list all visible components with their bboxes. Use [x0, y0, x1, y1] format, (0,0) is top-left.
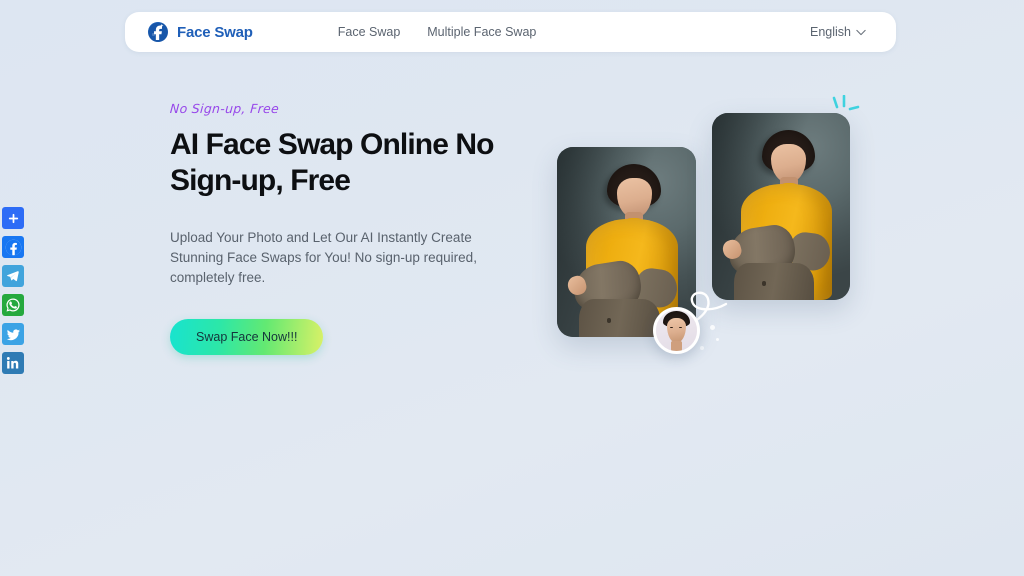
brand-name: Face Swap [177, 23, 253, 41]
social-share-rail [2, 207, 24, 381]
telegram-button[interactable] [2, 265, 24, 287]
hero-copy: No Sign-up, Free AI Face Swap Online No … [169, 100, 510, 355]
language-selector[interactable]: English [810, 23, 866, 41]
whatsapp-button[interactable] [2, 294, 24, 316]
telegram-icon [6, 269, 20, 283]
nav-link-multiple-face-swap[interactable]: Multiple Face Swap [427, 25, 536, 39]
decor-bubble [716, 338, 719, 341]
decor-bubble [700, 346, 704, 350]
plus-icon [7, 212, 20, 225]
linkedin-button[interactable] [2, 352, 24, 374]
page-title: AI Face Swap Online No Sign-up, Free [170, 128, 495, 197]
twitter-icon [6, 327, 21, 342]
hero-eyebrow: No Sign-up, Free [169, 101, 280, 116]
facebook-button[interactable] [2, 236, 24, 258]
brand-logo-link[interactable]: Face Swap [147, 21, 253, 43]
hero-media [540, 85, 890, 385]
whatsapp-icon [5, 297, 21, 313]
decor-bubble [710, 325, 715, 330]
share-button[interactable] [2, 207, 24, 229]
chevron-down-icon [856, 23, 866, 41]
swap-face-now-button[interactable]: Swap Face Now!!! [170, 319, 324, 355]
facebook-icon [5, 239, 22, 256]
primary-nav: Face Swap Multiple Face Swap [338, 25, 537, 39]
twitter-button[interactable] [2, 323, 24, 345]
hero-description: Upload Your Photo and Let Our AI Instant… [170, 230, 477, 285]
swap-connector-arrow [664, 291, 728, 335]
language-selected-label: English [810, 25, 851, 39]
site-header: Face Swap Face Swap Multiple Face Swap E… [125, 12, 896, 52]
nav-link-face-swap[interactable]: Face Swap [338, 25, 401, 39]
linkedin-icon [6, 356, 20, 370]
faceswap-logo-icon [147, 21, 169, 43]
face-avatar[interactable] [653, 307, 700, 354]
